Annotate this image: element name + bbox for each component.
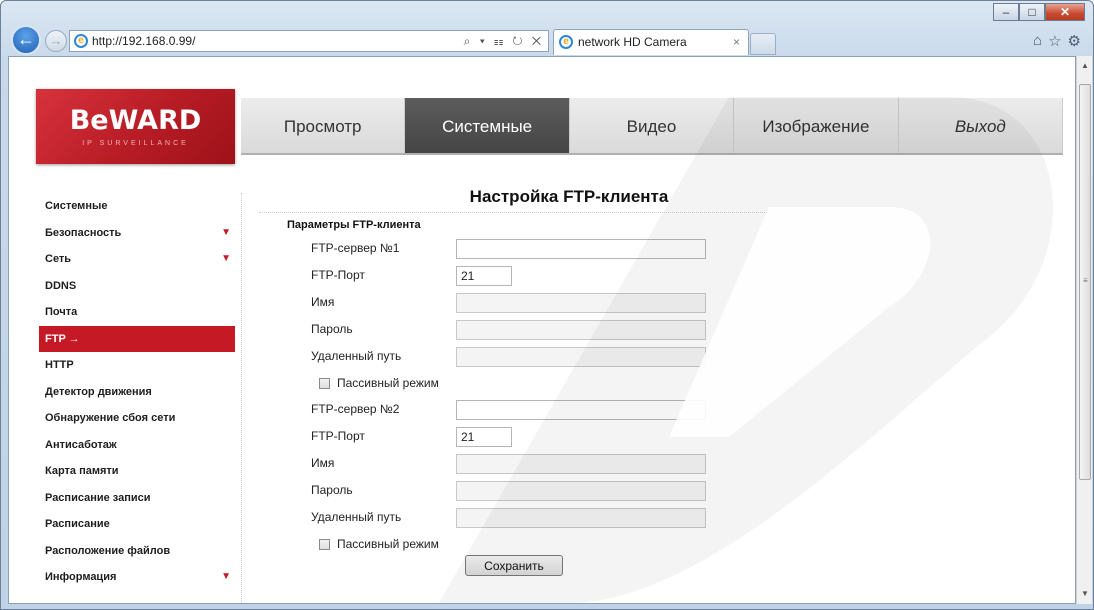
ie-icon: e	[74, 34, 88, 48]
sidebar-item-mail[interactable]: Почта	[39, 299, 235, 326]
sidebar-item-http[interactable]: HTTP	[39, 352, 235, 379]
sidebar-item-label: Расположение файлов	[45, 544, 171, 557]
sidebar-item-label: Сеть	[45, 253, 72, 265]
beward-logo: BeWARD IP SURVEILLANCE	[36, 89, 235, 164]
sidebar-item-label: Безопасность	[45, 226, 122, 239]
close-button[interactable]: ✕	[1045, 3, 1085, 21]
ftp-password-1-input[interactable]	[456, 320, 706, 340]
sidebar-item-network[interactable]: Сеть ▼	[39, 246, 235, 273]
passive-mode-2-label: Пассивный режим	[337, 537, 439, 551]
sidebar-item-label: Информация	[45, 571, 117, 583]
new-tab-button[interactable]	[750, 33, 776, 55]
sidebar-item-ddns[interactable]: DDNS	[39, 273, 235, 300]
window-controls: – □ ✕	[993, 3, 1085, 21]
sidebar-item-system[interactable]: Системные	[39, 193, 235, 220]
sidebar-item-label: HTTP	[45, 359, 74, 371]
sidebar-item-schedule[interactable]: Расписание	[39, 511, 235, 538]
tab-title: network HD Camera	[578, 35, 687, 49]
gear-icon[interactable]: ⚙	[1068, 32, 1081, 50]
section-title: Параметры FTP-клиента	[287, 219, 421, 231]
ftp-name-1-label: Имя	[311, 295, 335, 309]
ftp-name-2-input[interactable]	[456, 454, 706, 474]
topnav-logout[interactable]: Выход	[899, 98, 1064, 153]
sidebar-item-info[interactable]: Информация ▼	[39, 564, 235, 591]
ftp-path-1-input[interactable]	[456, 347, 706, 367]
sidebar-item-ftp[interactable]: FTP →	[39, 325, 235, 352]
sidebar-item-label: Антисаботаж	[45, 438, 117, 451]
scroll-up-icon[interactable]: ▲	[1077, 58, 1093, 74]
sidebar-item-label: Почта	[45, 306, 78, 318]
ftp-name-2-label: Имя	[311, 456, 335, 470]
sidebar-item-security[interactable]: Безопасность ▼	[39, 220, 235, 247]
ftp-port-2-label: FTP-Порт	[311, 429, 365, 443]
ftp-path-2-label: Удаленный путь	[311, 510, 402, 524]
sidebar-item-label: Детектор движения	[45, 385, 152, 398]
url-text: http://192.168.0.99/	[92, 34, 196, 48]
triangle-down-icon: ▼	[221, 226, 231, 238]
forward-button[interactable]: →	[45, 30, 67, 52]
ie-icon: e	[559, 35, 573, 49]
sidebar-item-tamper[interactable]: Антисаботаж	[39, 432, 235, 459]
passive-mode-2-checkbox[interactable]	[319, 539, 330, 550]
sidebar-item-file-location[interactable]: Расположение файлов	[39, 538, 235, 565]
topnav-system[interactable]: Системные	[405, 98, 570, 153]
back-button[interactable]: ←	[11, 25, 41, 55]
ftp-port-2-input[interactable]	[456, 427, 512, 447]
ftp-server-1-input[interactable]	[456, 239, 706, 259]
ftp-password-1-label: Пароль	[311, 322, 353, 336]
triangle-down-icon: ▼	[221, 253, 231, 264]
minimize-button[interactable]: –	[993, 3, 1019, 21]
sidebar-divider	[241, 193, 242, 603]
ftp-port-1-input[interactable]	[456, 266, 512, 286]
sidebar-item-network-failure[interactable]: Обнаружение сбоя сети	[39, 405, 235, 432]
page-header: BeWARD IP SURVEILLANCE Просмотр Системны…	[9, 57, 1075, 191]
sidebar-item-label: FTP →	[45, 332, 80, 345]
chrome-icons: ⌂ ☆ ⚙	[1033, 32, 1081, 50]
maximize-button[interactable]: □	[1019, 3, 1045, 21]
topnav-view[interactable]: Просмотр	[241, 98, 406, 153]
address-tools[interactable]: ⌕ ▾ ☷ ↻ ✕	[464, 31, 544, 51]
ftp-server-2-label: FTP-сервер №2	[311, 402, 400, 416]
logo-subtitle: IP SURVEILLANCE	[82, 140, 189, 147]
ftp-path-2-input[interactable]	[456, 508, 706, 528]
sidebar-item-label: Карта памяти	[45, 465, 119, 477]
sidebar-item-label: Системные	[45, 200, 108, 212]
topnav-image[interactable]: Изображение	[734, 98, 899, 153]
ftp-server-2-input[interactable]	[456, 400, 706, 420]
save-button[interactable]: Сохранить	[465, 555, 563, 576]
arrow-left-icon: ←	[17, 29, 35, 49]
passive-mode-1-checkbox[interactable]	[319, 378, 330, 389]
sidebar-item-motion-detection[interactable]: Детектор движения	[39, 379, 235, 406]
triangle-down-icon: ▼	[221, 571, 231, 582]
vertical-scrollbar[interactable]: ▲ ≡ ▼	[1076, 56, 1092, 604]
arrow-right-icon: →	[49, 33, 63, 48]
sidebar-item-label: Расписание	[45, 518, 110, 530]
ftp-password-2-label: Пароль	[311, 483, 353, 497]
address-bar[interactable]: e http://192.168.0.99/ ⌕ ▾ ☷ ↻ ✕	[69, 30, 549, 52]
scrollbar-thumb[interactable]: ≡	[1079, 84, 1091, 480]
ftp-server-1-label: FTP-сервер №1	[311, 241, 400, 255]
favorites-icon[interactable]: ☆	[1048, 32, 1061, 50]
scroll-down-icon[interactable]: ▼	[1077, 586, 1093, 602]
grip-icon: ≡	[1083, 276, 1088, 285]
tab-close-icon[interactable]: ×	[733, 30, 740, 54]
sidebar-item-label: DDNS	[45, 279, 77, 292]
ftp-path-1-label: Удаленный путь	[311, 349, 402, 363]
page-title: Настройка FTP-клиента	[259, 187, 879, 213]
sidebar-menu: Системные Безопасность ▼ Сеть ▼ DDNS Почта…	[39, 193, 235, 591]
top-navigation: Просмотр Системные Видео Изображение Вых…	[241, 98, 1064, 155]
logo-text: BeWARD	[69, 105, 202, 136]
ftp-port-1-label: FTP-Порт	[311, 268, 365, 282]
sidebar-item-memory-card[interactable]: Карта памяти	[39, 458, 235, 485]
browser-tab[interactable]: e network HD Camera ×	[553, 29, 749, 55]
topnav-video[interactable]: Видео	[570, 98, 735, 153]
home-icon[interactable]: ⌂	[1033, 32, 1042, 50]
ftp-password-2-input[interactable]	[456, 481, 706, 501]
sidebar-item-label: Обнаружение сбоя сети	[45, 412, 176, 424]
ftp-name-1-input[interactable]	[456, 293, 706, 313]
sidebar-item-record-schedule[interactable]: Расписание записи	[39, 485, 235, 512]
sidebar-item-label: Расписание записи	[45, 491, 151, 504]
page-viewport: BeWARD IP SURVEILLANCE Просмотр Системны…	[8, 56, 1076, 604]
passive-mode-1-label: Пассивный режим	[337, 376, 439, 390]
